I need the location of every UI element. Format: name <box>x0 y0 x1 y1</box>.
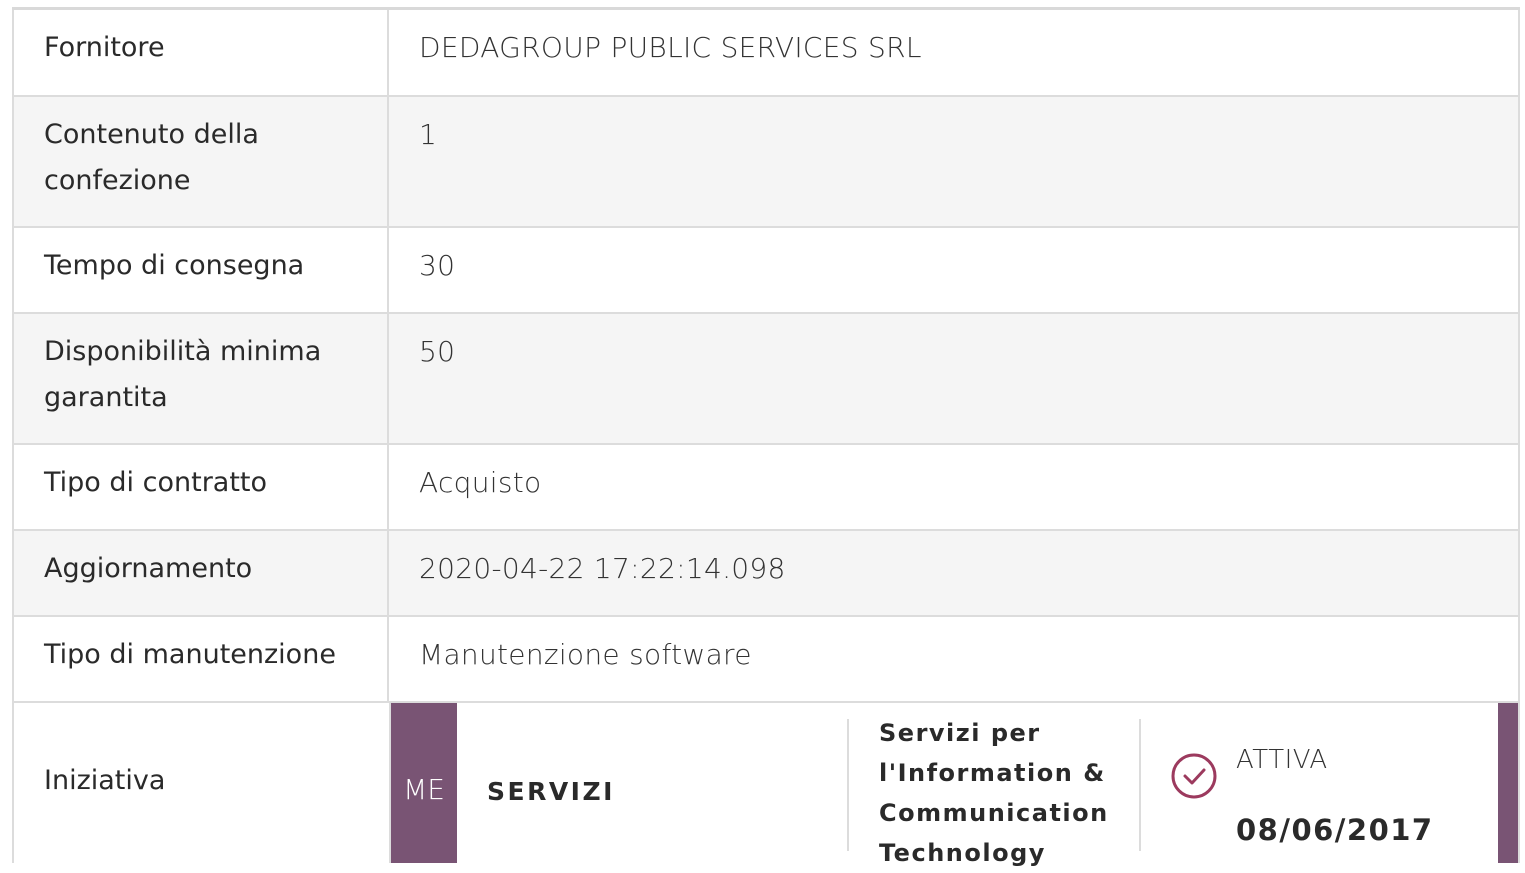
row-value: 50 <box>419 335 456 368</box>
iniziativa-name-line: Servizi per <box>879 719 1041 747</box>
row-value: 30 <box>419 249 456 282</box>
row-label: Tipo di manutenzione <box>14 617 389 701</box>
iniziativa-category: SERVIZI <box>487 777 615 806</box>
me-badge: ME <box>391 703 457 863</box>
product-details-table: Fornitore DEDAGROUP PUBLIC SERVICES SRL … <box>12 7 1520 867</box>
iniziativa-name-line: Communication <box>879 799 1109 827</box>
row-value: Acquisto <box>419 466 542 499</box>
status-date: 08/06/2017 <box>1236 813 1434 847</box>
row-label: Disponibilità minima garantita <box>14 314 389 443</box>
table-row: Tipo di manutenzione Manutenzione softwa… <box>12 617 1520 703</box>
row-label: Aggiornamento <box>14 531 389 615</box>
status-label: ATTIVA <box>1236 745 1328 775</box>
table-row: Tempo di consegna 30 <box>12 228 1520 314</box>
iniziativa-card[interactable]: ME SERVIZI Servizi per l'Information & C… <box>389 703 1518 867</box>
iniziativa-name-line: Technology <box>879 839 1046 867</box>
table-row: Tipo di contratto Acquisto <box>12 445 1520 531</box>
row-label: Tipo di contratto <box>14 445 389 529</box>
table-row: Contenuto della confezione 1 <box>12 97 1520 228</box>
row-value: DEDAGROUP PUBLIC SERVICES SRL <box>419 31 922 64</box>
table-row: Aggiornamento 2020-04-22 17:22:14.098 <box>12 531 1520 617</box>
iniziativa-status: ATTIVA 08/06/2017 <box>1141 703 1518 863</box>
row-value: Manutenzione software <box>419 638 752 671</box>
iniziativa-name[interactable]: Servizi per l'Information & Communicatio… <box>849 703 1139 867</box>
table-row-iniziativa: Iniziativa ME SERVIZI Servizi per l'Info… <box>12 703 1520 867</box>
table-row: Fornitore DEDAGROUP PUBLIC SERVICES SRL <box>12 10 1520 97</box>
row-label: Contenuto della confezione <box>14 97 389 226</box>
check-circle-icon <box>1171 753 1217 799</box>
row-label: Fornitore <box>14 10 389 95</box>
row-label: Iniziativa <box>44 765 166 796</box>
row-value: 1 <box>419 118 438 151</box>
table-row: Disponibilità minima garantita 50 <box>12 314 1520 445</box>
row-value: 2020-04-22 17:22:14.098 <box>419 552 786 585</box>
row-label: Tempo di consegna <box>14 228 389 312</box>
iniziativa-name-line: l'Information & <box>879 759 1106 787</box>
accent-stripe <box>1498 703 1518 863</box>
